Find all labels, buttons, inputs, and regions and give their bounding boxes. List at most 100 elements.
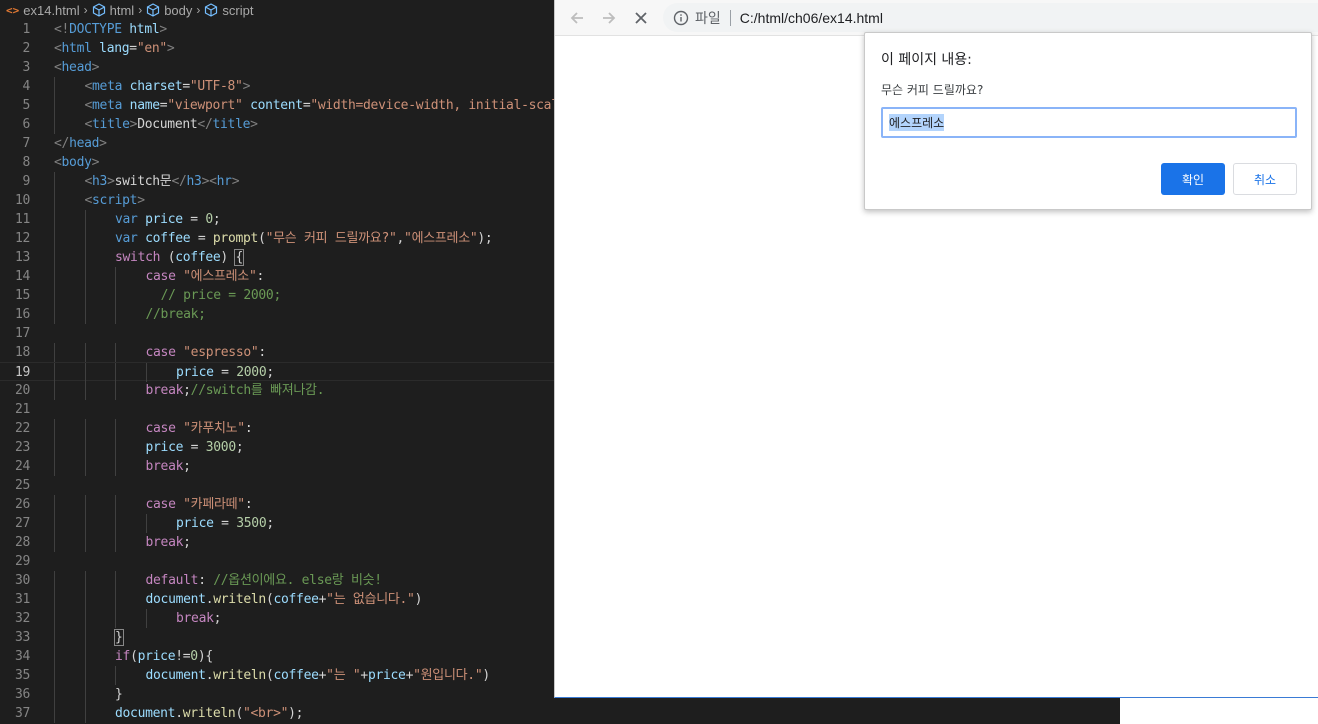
cancel-button[interactable]: 취소 — [1233, 163, 1297, 195]
code-text: price = 2000; — [176, 363, 274, 382]
code-token: "카페라떼" — [183, 497, 245, 512]
indent-guide — [54, 457, 55, 476]
code-token: "<br>" — [242, 706, 289, 721]
indent-guide — [115, 457, 116, 476]
code-token: if — [115, 649, 131, 664]
code-token: Document — [137, 117, 198, 132]
code-text: break; — [176, 609, 221, 628]
dialog-title: 이 페이지 내용: — [881, 52, 972, 68]
code-token: coffee — [273, 592, 319, 607]
code-token: : — [244, 497, 253, 512]
indent-guide — [84, 647, 86, 666]
code-token: < — [84, 117, 93, 132]
line-number: 31 — [14, 592, 30, 607]
indent-guide — [115, 571, 116, 590]
code-token: = — [183, 440, 206, 455]
info-icon[interactable] — [673, 10, 689, 26]
code-text: document.writeln("<br>"); — [115, 704, 304, 723]
chevron-right-icon: › — [83, 3, 88, 17]
line-number: 9 — [22, 174, 30, 189]
code-token: content — [242, 98, 303, 113]
code-token: 0 — [190, 649, 198, 664]
code-token: < — [84, 98, 93, 113]
code-token: < — [84, 79, 93, 94]
breadcrumb-file-label: ex14.html — [23, 2, 80, 18]
code-token: price — [176, 365, 214, 380]
code-token: title — [212, 117, 251, 132]
code-token: writeln — [182, 706, 236, 721]
indent-guide — [115, 666, 116, 685]
code-token: ; — [213, 611, 222, 626]
line-number: 1 — [22, 22, 30, 37]
forward-button[interactable] — [599, 8, 619, 28]
code-text: <title>Document</title> — [85, 115, 258, 134]
code-token: ; — [235, 440, 244, 455]
ok-button[interactable]: 확인 — [1161, 163, 1225, 195]
code-token: ( — [130, 649, 138, 664]
code-token: = — [129, 41, 137, 56]
url-text[interactable]: C:/html/ch06/ex14.html — [740, 10, 883, 26]
line-number: 35 — [14, 668, 30, 683]
breadcrumb-file[interactable]: <> ex14.html — [6, 3, 80, 18]
stop-loading-button[interactable] — [631, 8, 651, 28]
indent-guide — [84, 248, 86, 267]
code-token: html — [121, 22, 160, 37]
dialog-message: 무슨 커피 드릴까요? — [881, 83, 984, 97]
code-text: <meta charset="UTF-8"> — [85, 77, 251, 96]
indent-guide — [84, 286, 86, 305]
back-button[interactable] — [567, 8, 587, 28]
breadcrumb-body-label: body — [164, 2, 193, 18]
code-token: //옵션이에요. else랑 비슷! — [213, 573, 382, 588]
line-number: 33 — [14, 630, 30, 645]
code-token: switch — [115, 250, 161, 265]
code-token: coffee — [175, 250, 221, 265]
code-text: document.writeln(coffee+"는 없습니다.") — [146, 590, 423, 609]
breadcrumb-script[interactable]: script — [204, 3, 253, 18]
chevron-right-icon: › — [138, 3, 143, 17]
code-token: + — [360, 668, 368, 683]
element-cube-icon — [92, 3, 105, 17]
code-token: ( — [235, 706, 243, 721]
indent-guide — [115, 514, 116, 533]
indent-guide — [115, 381, 116, 400]
code-token: coffee — [273, 668, 319, 683]
code-token: : — [244, 421, 253, 436]
indent-guide — [54, 115, 55, 134]
prompt-input[interactable] — [881, 107, 1297, 138]
code-token: price — [145, 212, 183, 227]
code-text: <html lang="en"> — [54, 39, 175, 58]
code-token: : — [258, 345, 266, 360]
code-token: </ — [54, 136, 70, 151]
code-token: writeln — [213, 592, 266, 607]
code-token: { — [234, 249, 244, 266]
indent-guide — [145, 363, 147, 382]
line-number: 34 — [14, 649, 30, 664]
line-number: 8 — [22, 155, 30, 170]
code-token: DOCTYPE — [69, 22, 122, 37]
code-padding — [146, 288, 161, 303]
code-token: "원입니다." — [413, 668, 483, 683]
indent-guide — [145, 514, 147, 533]
indent-guide — [84, 457, 86, 476]
arrow-right-icon — [603, 12, 616, 24]
code-token: prompt — [212, 231, 259, 246]
code-token: price — [176, 516, 214, 531]
breadcrumb-body[interactable]: body — [146, 3, 192, 18]
code-token: ( — [160, 250, 176, 265]
code-text: <head> — [54, 58, 99, 77]
breadcrumb-html[interactable]: html — [92, 3, 134, 18]
code-token: var — [115, 212, 138, 227]
indent-guide — [84, 419, 86, 438]
indent-guide — [115, 419, 116, 438]
code-token: > — [99, 136, 107, 151]
code-token: ) — [482, 668, 490, 683]
code-token: "는 " — [326, 668, 361, 683]
code-token: < — [84, 193, 93, 208]
address-bar[interactable]: 파일 C:/html/ch06/ex14.html — [663, 3, 1318, 32]
code-token: break — [176, 611, 214, 626]
code-line[interactable]: 37 document.writeln("<br>"); — [0, 704, 1120, 723]
